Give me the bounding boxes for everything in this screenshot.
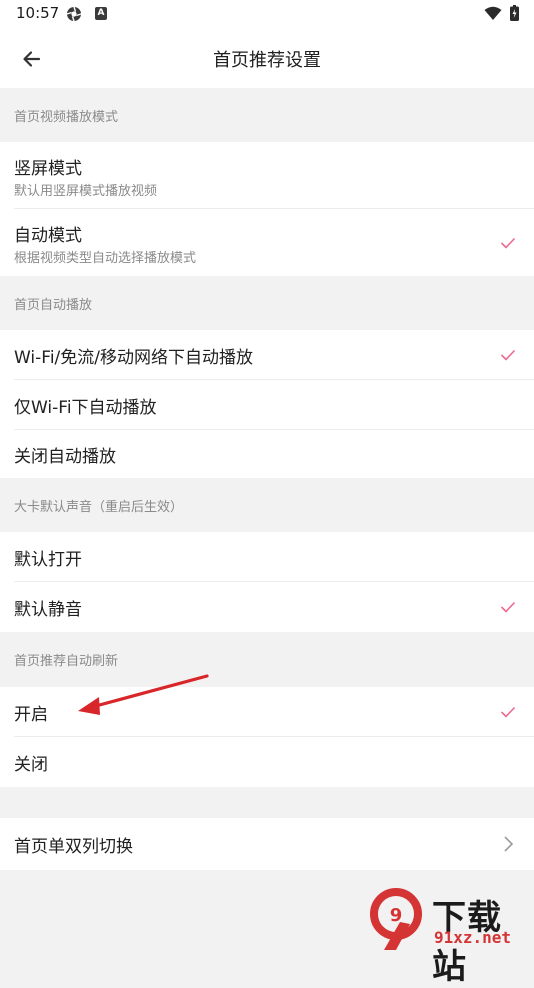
section-header-card-sound: 大卡默认声音（重启后生效） bbox=[0, 478, 534, 532]
option-title: 自动模式 bbox=[14, 226, 82, 246]
option-portrait-mode[interactable]: 竖屏模式 默认用竖屏模式播放视频 bbox=[0, 142, 534, 209]
option-sound-muted[interactable]: 默认静音 bbox=[0, 582, 534, 632]
status-bar: 10:57 A bbox=[0, 0, 534, 30]
app-bar: 首页推荐设置 bbox=[0, 30, 534, 88]
battery-charging-icon bbox=[510, 5, 519, 21]
check-icon bbox=[500, 349, 516, 361]
option-title: 关闭 bbox=[14, 755, 48, 775]
option-refresh-off[interactable]: 关闭 bbox=[0, 737, 534, 787]
option-title: 默认静音 bbox=[14, 600, 82, 620]
section-title: 首页推荐自动刷新 bbox=[14, 654, 119, 669]
check-icon bbox=[500, 237, 516, 249]
aperture-icon bbox=[66, 6, 82, 22]
red-arrow-icon bbox=[78, 674, 209, 715]
chevron-right-icon bbox=[504, 836, 514, 852]
watermark-logo-icon: 9 bbox=[370, 888, 422, 950]
option-autoplay-off[interactable]: 关闭自动播放 bbox=[0, 430, 534, 478]
option-autoplay-wifi-only[interactable]: 仅Wi-Fi下自动播放 bbox=[0, 380, 534, 430]
wifi-icon bbox=[484, 6, 502, 20]
option-title: 默认打开 bbox=[14, 550, 82, 570]
option-subtitle: 根据视频类型自动选择播放模式 bbox=[14, 251, 197, 266]
watermark-domain: 91xz.net bbox=[434, 928, 512, 947]
page-title: 首页推荐设置 bbox=[213, 50, 321, 71]
check-icon bbox=[500, 706, 516, 718]
option-subtitle: 默认用竖屏模式播放视频 bbox=[14, 184, 158, 199]
option-title: 竖屏模式 bbox=[14, 159, 82, 179]
option-sound-on[interactable]: 默认打开 bbox=[0, 532, 534, 582]
check-icon bbox=[500, 601, 516, 613]
a-badge-icon: A bbox=[95, 7, 107, 20]
section-title: 大卡默认声音（重启后生效） bbox=[14, 500, 184, 515]
section-header-play-mode: 首页视频播放模式 bbox=[0, 88, 534, 142]
option-title: 关闭自动播放 bbox=[14, 447, 116, 467]
row-title: 首页单双列切换 bbox=[14, 837, 133, 857]
status-time: 10:57 bbox=[16, 4, 60, 22]
column-layout-switch-row[interactable]: 首页单双列切换 bbox=[0, 818, 534, 870]
option-autoplay-all-networks[interactable]: Wi-Fi/免流/移动网络下自动播放 bbox=[0, 330, 534, 380]
option-title: 开启 bbox=[14, 705, 48, 725]
watermark-logo-glyph: 9 bbox=[390, 905, 403, 926]
section-title: 首页视频播放模式 bbox=[14, 110, 119, 125]
section-header-autoplay: 首页自动播放 bbox=[0, 276, 534, 330]
section-title: 首页自动播放 bbox=[14, 298, 93, 313]
option-auto-mode[interactable]: 自动模式 根据视频类型自动选择播放模式 bbox=[0, 209, 534, 276]
option-title: Wi-Fi/免流/移动网络下自动播放 bbox=[14, 348, 254, 368]
option-title: 仅Wi-Fi下自动播放 bbox=[14, 398, 157, 418]
